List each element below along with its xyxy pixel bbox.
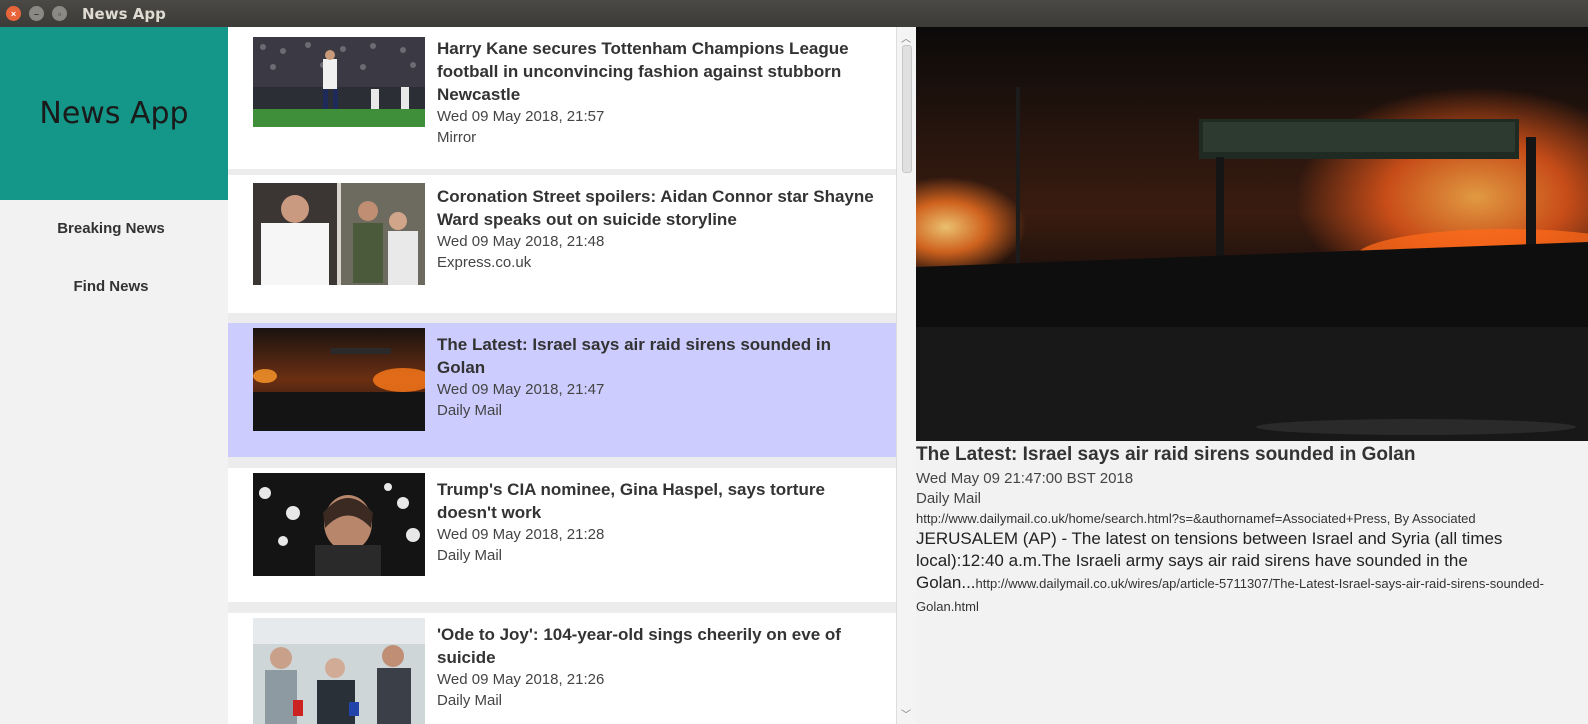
article-detail: The Latest: Israel says air raid sirens … [916, 27, 1588, 724]
article-title: Trump's CIA nominee, Gina Haspel, says t… [437, 480, 825, 522]
article-date: Wed 09 May 2018, 21:57 [437, 108, 605, 125]
close-icon: × [10, 8, 17, 19]
detail-body: JERUSALEM (AP) - The latest on tensions … [916, 528, 1566, 618]
detail-author: http://www.dailymail.co.uk/home/search.h… [916, 511, 1476, 526]
article-title: Coronation Street spoilers: Aidan Connor… [437, 187, 874, 229]
article-source: Daily Mail [437, 692, 503, 709]
nav-breaking-news[interactable]: Breaking News [0, 220, 222, 237]
article-thumbnail [253, 37, 425, 127]
detail-title: The Latest: Israel says air raid sirens … [916, 444, 1416, 465]
article-source: Express.co.uk [437, 254, 532, 271]
article-thumbnail [253, 328, 425, 431]
close-window-button[interactable]: × [6, 6, 21, 21]
app-title: News App [39, 96, 189, 131]
minimize-window-button[interactable]: – [29, 6, 44, 21]
article-card[interactable]: Coronation Street spoilers: Aidan Connor… [228, 175, 896, 313]
detail-link[interactable]: http://www.dailymail.co.uk/wires/ap/arti… [916, 576, 1544, 614]
article-source: Mirror [437, 129, 477, 146]
article-source: Daily Mail [437, 402, 503, 419]
article-date: Wed 09 May 2018, 21:26 [437, 671, 605, 688]
detail-source: Daily Mail [916, 490, 982, 507]
article-date: Wed 09 May 2018, 21:47 [437, 381, 605, 398]
scroll-thumb[interactable] [902, 45, 912, 173]
article-title: Harry Kane secures Tottenham Champions L… [437, 39, 849, 104]
list-scrollbar[interactable]: ︿ ﹀ [896, 27, 916, 724]
minimize-icon: – [33, 8, 39, 19]
detail-date: Wed May 09 21:47:00 BST 2018 [916, 470, 1134, 487]
article-title: 'Ode to Joy': 104-year-old sings cheeril… [437, 625, 841, 667]
article-card[interactable]: 'Ode to Joy': 104-year-old sings cheeril… [228, 613, 896, 724]
article-title: The Latest: Israel says air raid sirens … [437, 335, 831, 377]
article-card-selected[interactable]: The Latest: Israel says air raid sirens … [228, 323, 896, 457]
article-hero-image [916, 27, 1588, 441]
article-date: Wed 09 May 2018, 21:28 [437, 526, 605, 543]
maximize-icon: ▫ [57, 8, 62, 19]
title-bar: × – ▫ News App [0, 0, 1588, 27]
article-card[interactable]: Trump's CIA nominee, Gina Haspel, says t… [228, 468, 896, 602]
article-source: Daily Mail [437, 547, 503, 564]
window-title: News App [82, 5, 166, 23]
sidebar-header: News App [0, 27, 228, 200]
chevron-up-icon[interactable]: ︿ [901, 30, 911, 45]
article-card[interactable]: Harry Kane secures Tottenham Champions L… [228, 27, 896, 169]
sidebar: News App Breaking News Find News [0, 27, 228, 724]
article-thumbnail [253, 618, 425, 724]
article-thumbnail [253, 473, 425, 576]
chevron-down-icon[interactable]: ﹀ [901, 706, 911, 721]
article-thumbnail [253, 183, 425, 285]
article-list[interactable]: Harry Kane secures Tottenham Champions L… [228, 27, 896, 724]
article-date: Wed 09 May 2018, 21:48 [437, 233, 605, 250]
nav-find-news[interactable]: Find News [0, 278, 222, 295]
maximize-window-button[interactable]: ▫ [52, 6, 67, 21]
